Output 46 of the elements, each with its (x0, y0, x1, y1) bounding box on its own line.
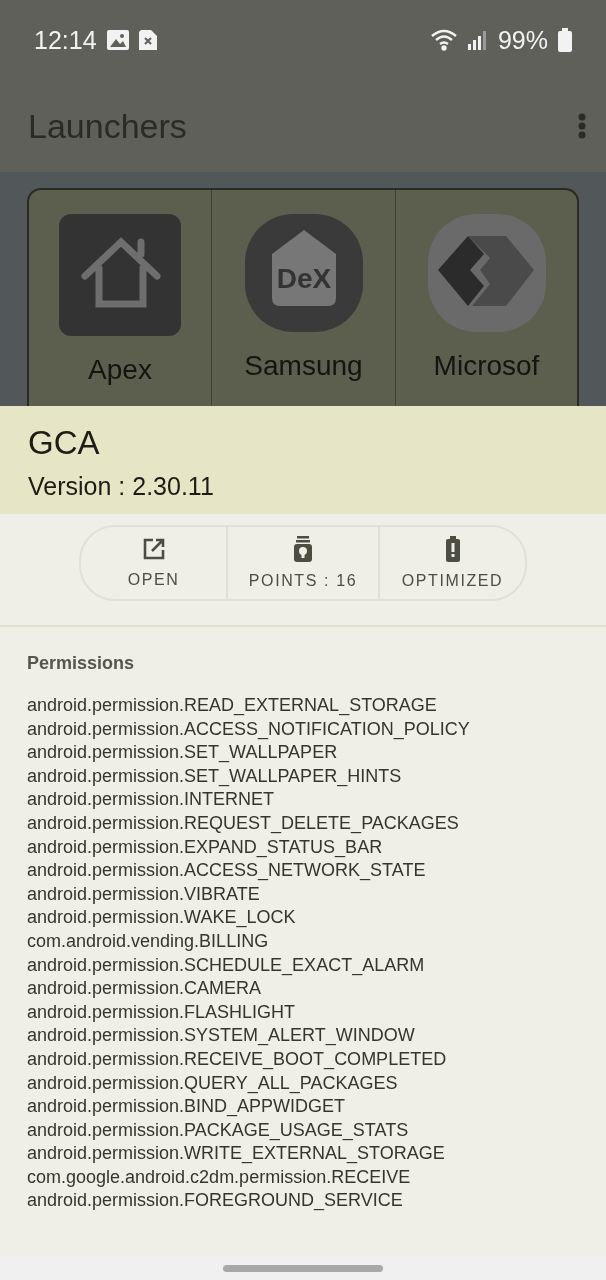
app-version: Version : 2.30.11 (28, 472, 215, 501)
action-button[interactable]: POINTS : 16 (226, 527, 378, 599)
lightbulb-jar-icon (293, 536, 313, 562)
chevron-app-icon (427, 214, 546, 332)
action-button[interactable]: OPTIMIZED (378, 527, 525, 599)
section-title: Permissions (27, 653, 136, 674)
permission-item: android.permission.INTERNET (27, 788, 276, 812)
permission-item: android.permission.SCHEDULE_EXACT_ALARM (27, 953, 426, 978)
permission-item: android.permission.FOREGROUND_SERVICE (27, 1189, 404, 1213)
dex-app-icon: DeX (244, 214, 363, 332)
permission-item: android.permission.SET_WALLPAPER_HINTS (27, 764, 403, 789)
file-error-icon (138, 30, 157, 50)
permission-item: android.permission.VIBRATE (27, 882, 261, 906)
permission-item: android.permission.ACCESS_NETWORK_STATE (27, 859, 427, 883)
permission-item: android.permission.WAKE_LOCK (27, 906, 297, 930)
signal-icon (467, 30, 488, 50)
permission-item: android.permission.BIND_APPWIDGET (27, 1095, 347, 1119)
permission-item: android.permission.PACKAGE_USAGE_STATS (27, 1118, 410, 1143)
permission-item: android.permission.REQUEST_DELETE_PACKAGES (27, 811, 460, 836)
permission-item: android.permission.RECEIVE_BOOT_COMPLETED (27, 1047, 448, 1072)
permission-item: android.permission.WRITE_EXTERNAL_STORAGE (27, 1142, 446, 1166)
launcher-label: Microsof (433, 350, 540, 382)
battery-percent: 99% (497, 25, 548, 55)
permission-item: android.permission.QUERY_ALL_PACKAGES (27, 1071, 399, 1096)
battery-alert-icon (445, 536, 460, 562)
launcher-label: Apex (88, 354, 152, 386)
permission-item: com.android.vending.BILLING (27, 929, 270, 953)
app-name: GCA (28, 424, 101, 462)
wifi-icon (429, 29, 458, 51)
house-app-icon (59, 214, 181, 336)
clock: 12:14 (34, 25, 97, 55)
permission-item: android.permission.SYSTEM_ALERT_WINDOW (27, 1024, 416, 1048)
permission-item: android.permission.READ_EXTERNAL_STORAGE (27, 694, 438, 718)
permission-item: android.permission.EXPAND_STATUS_BAR (27, 835, 384, 860)
more-options-icon[interactable] (578, 113, 586, 139)
home-handle[interactable] (223, 1264, 383, 1272)
open-external-icon (141, 537, 166, 561)
permission-item: android.permission.CAMERA (27, 977, 263, 1001)
image-icon (106, 30, 129, 50)
action-button[interactable]: OPEN (81, 527, 226, 599)
permission-item: com.google.android.c2dm.permission.RECEIVE (27, 1165, 412, 1189)
permission-item: android.permission.SET_WALLPAPER (27, 741, 339, 765)
battery-icon (558, 28, 572, 52)
permission-item: android.permission.ACCESS_NOTIFICATION_POLICY (27, 717, 471, 742)
launcher-label: Samsung (244, 350, 363, 382)
permission-item: android.permission.FLASHLIGHT (27, 1000, 297, 1024)
